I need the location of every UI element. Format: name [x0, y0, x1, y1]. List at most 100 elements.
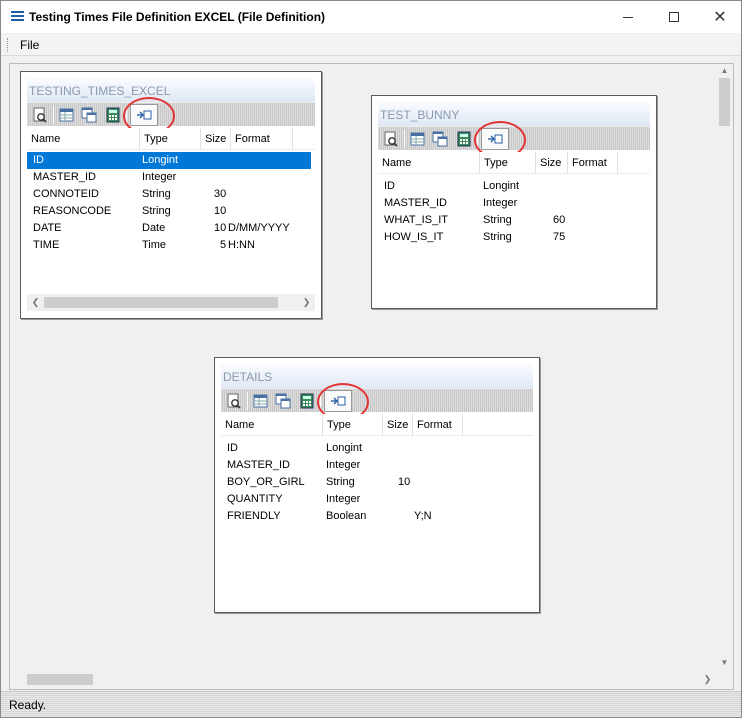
menu-grip [7, 38, 10, 52]
app-window: Testing Times File Definition EXCEL (Fil… [0, 0, 742, 718]
table-row[interactable]: ID Longint [378, 178, 650, 195]
table-panel: TEST_BUNNY Name Type Size Format ID Long… [378, 102, 650, 302]
table-title[interactable]: TEST_BUNNY [378, 102, 650, 126]
canvas-horizontal-scrollbar[interactable]: ❯ [10, 671, 716, 688]
table-view-icon[interactable] [253, 393, 269, 409]
table-row[interactable]: MASTER_ID Integer [27, 169, 315, 186]
field-name: MASTER_ID [384, 197, 447, 209]
maximize-icon [669, 12, 679, 22]
insert-field-button[interactable] [324, 390, 352, 412]
scroll-down-icon[interactable]: ▼ [716, 654, 733, 671]
column-header-name[interactable]: Name [378, 152, 480, 174]
status-bar: Ready. [1, 691, 741, 717]
table-row[interactable]: CONNOTEID String 30 [27, 186, 315, 203]
copy-table-icon[interactable] [275, 393, 291, 409]
field-size: 60 [553, 214, 566, 226]
field-size: 10 [398, 476, 411, 488]
calculator-icon[interactable] [299, 393, 315, 409]
field-name: HOW_IS_IT [384, 231, 444, 243]
table-row[interactable]: MASTER_ID Integer [378, 195, 650, 212]
scroll-right-icon[interactable]: ❯ [699, 671, 716, 688]
table-testing-times-excel[interactable]: TESTING_TIMES_EXCEL Name Type Size Forma… [20, 71, 322, 319]
column-header-type[interactable]: Type [323, 414, 383, 436]
field-name: MASTER_ID [227, 459, 290, 471]
field-name: QUANTITY [227, 493, 283, 505]
table-view-icon[interactable] [410, 131, 426, 147]
minimize-button[interactable] [605, 1, 651, 33]
table-row[interactable]: MASTER_ID Integer [221, 457, 533, 474]
field-type: Integer [326, 493, 361, 505]
preview-icon[interactable] [383, 131, 399, 147]
preview-icon[interactable] [226, 393, 242, 409]
field-format: H:NN [228, 239, 255, 251]
table-row[interactable]: DATE Date 10 D/MM/YYYY [27, 220, 315, 237]
scrollbar-thumb[interactable] [27, 674, 93, 685]
table-details[interactable]: DETAILS Name Type Size Format ID Longint… [214, 357, 540, 613]
table-title[interactable]: DETAILS [221, 364, 533, 388]
scroll-up-icon[interactable]: ▲ [716, 62, 733, 79]
column-header-size[interactable]: Size [201, 128, 231, 150]
field-size: 10 [214, 205, 227, 217]
close-button[interactable]: ✕ [697, 1, 742, 33]
table-row[interactable]: QUANTITY Integer [221, 491, 533, 508]
scroll-left-icon[interactable]: ❮ [27, 294, 44, 311]
scrollbar-thumb[interactable] [719, 78, 730, 126]
column-header-type[interactable]: Type [480, 152, 536, 174]
table-row[interactable]: HOW_IS_IT String 75 [378, 229, 650, 246]
field-type: String [142, 205, 171, 217]
field-name: REASONCODE [33, 205, 112, 217]
field-type: Date [142, 222, 166, 234]
column-header-size[interactable]: Size [383, 414, 413, 436]
field-type: Boolean [326, 510, 367, 522]
table-title[interactable]: TESTING_TIMES_EXCEL [27, 78, 315, 102]
column-header: Name Type Size Format [378, 152, 650, 174]
copy-table-icon[interactable] [432, 131, 448, 147]
table-row[interactable]: BOY_OR_GIRL String 10 [221, 474, 533, 491]
insert-field-button[interactable] [130, 104, 158, 126]
table-row[interactable]: TIME Time 5 H:NN [27, 237, 315, 254]
table-horizontal-scrollbar[interactable]: ❮ ❯ [27, 294, 315, 311]
table-toolbar [378, 121, 650, 159]
column-header-name[interactable]: Name [221, 414, 323, 436]
field-type: Integer [142, 171, 177, 183]
copy-table-icon[interactable] [81, 107, 97, 123]
title-bar[interactable]: Testing Times File Definition EXCEL (Fil… [1, 1, 741, 33]
column-header-format[interactable]: Format [568, 152, 618, 174]
field-name: TIME [33, 239, 60, 251]
field-name: WHAT_IS_IT [384, 214, 448, 226]
field-name: ID [384, 180, 395, 192]
toolbar-separator [404, 130, 405, 148]
minimize-icon [623, 16, 633, 18]
table-row[interactable]: ID Longint [27, 152, 311, 169]
scroll-right-icon[interactable]: ❯ [298, 294, 315, 311]
table-toolbar [27, 97, 315, 135]
table-row[interactable]: WHAT_IS_IT String 60 [378, 212, 650, 229]
table-row[interactable]: REASONCODE String 10 [27, 203, 315, 220]
insert-field-icon [330, 393, 346, 412]
column-header-format[interactable]: Format [231, 128, 293, 150]
insert-field-button[interactable] [481, 128, 509, 150]
table-test-bunny[interactable]: TEST_BUNNY Name Type Size Format ID Long… [371, 95, 657, 309]
table-view-icon[interactable] [59, 107, 75, 123]
field-size: 75 [553, 231, 566, 243]
column-header-size[interactable]: Size [536, 152, 568, 174]
column-header-name[interactable]: Name [27, 128, 140, 150]
preview-icon[interactable] [32, 107, 48, 123]
menu-bar: File [1, 34, 741, 56]
close-icon: ✕ [713, 9, 727, 26]
maximize-button[interactable] [651, 1, 697, 33]
canvas-vertical-scrollbar[interactable]: ▲ ▼ [716, 64, 733, 674]
calculator-icon[interactable] [105, 107, 121, 123]
field-name: FRIENDLY [227, 510, 281, 522]
menu-file[interactable]: File [20, 38, 39, 52]
table-row[interactable]: ID Longint [221, 440, 533, 457]
field-type: Integer [483, 197, 518, 209]
table-toolbar [221, 383, 533, 421]
calculator-icon[interactable] [456, 131, 472, 147]
table-row[interactable]: FRIENDLY Boolean Y;N [221, 508, 533, 525]
column-header-type[interactable]: Type [140, 128, 201, 150]
field-size: 5 [220, 239, 227, 251]
field-type: Longint [326, 442, 363, 454]
scrollbar-thumb[interactable] [44, 297, 278, 308]
column-header-format[interactable]: Format [413, 414, 463, 436]
